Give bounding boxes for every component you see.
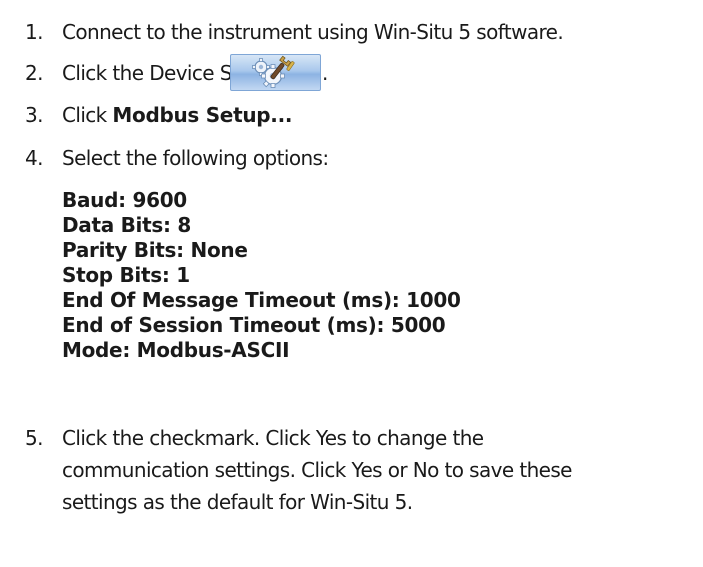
modbus-setup-label: Modbus Setup... bbox=[112, 103, 293, 127]
instructions-page: 1. Connect to the instrument using Win-S… bbox=[0, 0, 703, 567]
step-number: 3. bbox=[25, 103, 43, 127]
step-text: Connect to the instrument using Win-Situ… bbox=[62, 20, 564, 44]
step-5-line: Click the checkmark. Click Yes to change… bbox=[62, 426, 484, 450]
setting-stop-bits: Stop Bits: 1 bbox=[62, 263, 190, 287]
setting-baud: Baud: 9600 bbox=[62, 188, 187, 212]
setting-data-bits: Data Bits: 8 bbox=[62, 213, 191, 237]
gear-wrench-icon bbox=[252, 55, 295, 88]
setting-end-of-session-timeout: End of Session Timeout (ms): 5000 bbox=[62, 313, 446, 337]
step-text-prefix: Click bbox=[62, 103, 113, 127]
step-5-text: Click the checkmark. Click Yes to change… bbox=[62, 422, 572, 518]
settings-list: Baud: 9600 Data Bits: 8 Parity Bits: Non… bbox=[62, 188, 461, 363]
step-suffix: . bbox=[322, 61, 328, 85]
setting-mode: Mode: Modbus-ASCII bbox=[62, 338, 290, 362]
device-setup-tab[interactable] bbox=[230, 54, 321, 91]
step-number: 5. bbox=[25, 426, 43, 450]
step-text: Click Modbus Setup... bbox=[62, 100, 292, 130]
setting-end-of-message-timeout: End Of Message Timeout (ms): 1000 bbox=[62, 288, 461, 312]
step-5-line: communication settings. Click Yes or No … bbox=[62, 458, 572, 482]
setting-parity-bits: Parity Bits: None bbox=[62, 238, 248, 262]
step-number: 4. bbox=[25, 146, 43, 170]
step-number: 2. bbox=[25, 61, 43, 85]
step-text: Select the following options: bbox=[62, 146, 329, 170]
step-5-line: settings as the default for Win-Situ 5. bbox=[62, 490, 413, 514]
step-number: 1. bbox=[25, 20, 43, 44]
